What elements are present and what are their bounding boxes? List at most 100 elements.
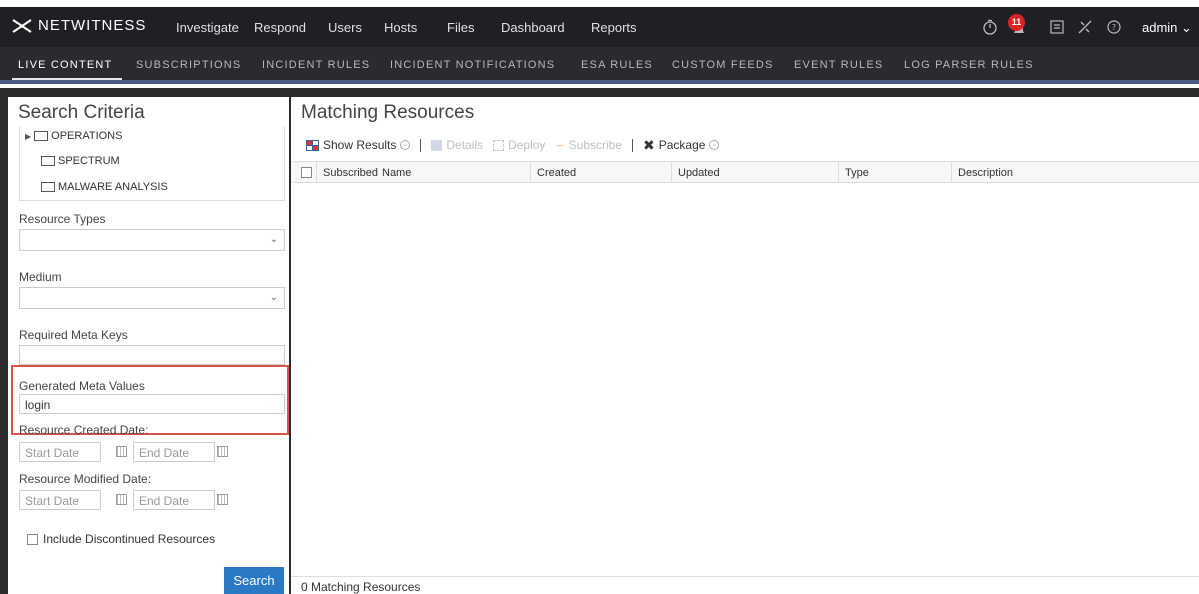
help-icon[interactable]: ? <box>1106 19 1122 35</box>
deploy-button[interactable]: Deploy <box>493 138 545 152</box>
modified-start-date-input[interactable]: Start Date <box>19 490 101 510</box>
results-toolbar: Show Results ⌄ Details Deploy ∽ Subscrib… <box>306 137 729 153</box>
medium-select[interactable]: ⌄ <box>19 287 285 309</box>
nav-users[interactable]: Users <box>328 20 362 35</box>
tree-item-label: SPECTRUM <box>58 155 120 167</box>
tree-item-malware-analysis[interactable]: MALWARE ANALYSIS <box>41 181 168 193</box>
column-divider <box>316 162 317 183</box>
tab-subscriptions[interactable]: SUBSCRIPTIONS <box>136 59 241 71</box>
tasks-icon[interactable] <box>1049 19 1065 35</box>
tools-icon[interactable] <box>1077 19 1093 35</box>
brand-name: NETWITNESS <box>38 17 147 34</box>
tree-item-operations[interactable]: ▶ OPERATIONS <box>25 130 122 142</box>
include-discontinued-checkbox[interactable] <box>27 533 38 545</box>
grid-icon <box>306 139 319 151</box>
end-date-placeholder: End Date <box>139 446 190 460</box>
sub-navigation-bar: LIVE CONTENT SUBSCRIPTIONS INCIDENT RULE… <box>0 47 1199 84</box>
required-meta-keys-label: Required Meta Keys <box>19 328 128 342</box>
modified-end-date-input[interactable]: End Date <box>133 490 215 510</box>
timer-icon[interactable] <box>982 19 998 35</box>
details-button[interactable]: Details <box>431 138 483 152</box>
column-divider <box>530 162 531 183</box>
chevron-down-icon: ⌄ <box>269 234 278 245</box>
column-divider <box>951 162 952 183</box>
column-header-type[interactable]: Type <box>845 167 869 179</box>
search-criteria-panel: Search Criteria ▶ OPERATIONS SPECTRUM MA… <box>8 97 297 594</box>
search-criteria-title: Search Criteria <box>18 102 145 123</box>
tab-custom-feeds[interactable]: CUSTOM FEEDS <box>672 59 774 71</box>
nav-dashboard[interactable]: Dashboard <box>501 20 565 35</box>
chevron-down-icon: ⌄ <box>269 292 278 303</box>
column-header-created[interactable]: Created <box>537 167 576 179</box>
chevron-down-icon: ⌄ <box>1181 20 1192 35</box>
folder-icon <box>41 182 55 192</box>
include-discontinued-label: Include Discontinued Resources <box>43 532 216 546</box>
details-label: Details <box>446 138 484 152</box>
generated-meta-values-input[interactable]: login <box>19 394 285 414</box>
netwitness-logo[interactable]: NETWITNESS <box>12 17 146 34</box>
toolbar-divider <box>420 138 422 152</box>
calendar-icon[interactable] <box>116 494 127 505</box>
start-date-placeholder: Start Date <box>25 494 80 508</box>
deploy-label: Deploy <box>508 138 546 152</box>
svg-text:?: ? <box>1112 23 1116 32</box>
calendar-icon[interactable] <box>116 446 127 457</box>
caret-right-icon[interactable]: ▶ <box>25 132 31 141</box>
tab-incident-rules[interactable]: INCIDENT RULES <box>262 59 370 71</box>
column-header-subscribed[interactable]: Subscribed <box>323 167 378 179</box>
top-navigation-bar: NETWITNESS Investigate Respond Users Hos… <box>0 7 1199 47</box>
medium-label: Medium <box>19 270 62 284</box>
tab-live-content[interactable]: LIVE CONTENT <box>18 59 112 71</box>
subscribe-label: Subscribe <box>568 138 623 152</box>
calendar-icon[interactable] <box>217 494 228 505</box>
tree-item-label: MALWARE ANALYSIS <box>58 181 168 193</box>
package-label: Package <box>658 138 706 152</box>
select-all-checkbox[interactable] <box>301 167 312 178</box>
netwitness-logo-icon <box>12 18 32 33</box>
end-date-placeholder: End Date <box>139 494 190 508</box>
generated-meta-values-label: Generated Meta Values <box>19 379 145 393</box>
nav-respond[interactable]: Respond <box>254 20 306 35</box>
folder-icon <box>34 131 49 141</box>
chevron-down-icon: ⌄ <box>400 140 411 150</box>
show-results-label: Show Results <box>323 138 397 152</box>
column-header-updated[interactable]: Updated <box>678 167 720 179</box>
user-menu[interactable]: admin ⌄ <box>1142 20 1192 36</box>
package-icon: ✖ <box>643 136 655 153</box>
deploy-icon <box>493 139 505 151</box>
matching-resources-title: Matching Resources <box>301 102 475 123</box>
resource-created-date-label: Resource Created Date: <box>19 423 149 437</box>
column-header-name[interactable]: Name <box>382 167 411 179</box>
search-button[interactable]: Search <box>224 567 284 594</box>
nav-investigate[interactable]: Investigate <box>176 20 239 35</box>
resource-types-select[interactable]: ⌄ <box>19 229 285 251</box>
tree-item-spectrum[interactable]: SPECTRUM <box>41 155 120 167</box>
nav-reports[interactable]: Reports <box>591 20 637 35</box>
nav-files[interactable]: Files <box>447 20 474 35</box>
toolbar-divider <box>632 138 634 152</box>
created-end-date-input[interactable]: End Date <box>133 442 215 462</box>
tab-log-parser-rules[interactable]: LOG PARSER RULES <box>904 59 1034 71</box>
results-table-header: Subscribed Name Created Updated Type Des… <box>291 161 1199 183</box>
tab-event-rules[interactable]: EVENT RULES <box>794 59 883 71</box>
tree-item-label: OPERATIONS <box>51 130 123 142</box>
calendar-icon[interactable] <box>217 446 228 457</box>
column-header-description[interactable]: Description <box>958 167 1013 179</box>
column-divider <box>838 162 839 183</box>
folder-icon <box>41 156 55 166</box>
show-results-button[interactable]: Show Results ⌄ <box>306 138 411 152</box>
package-button[interactable]: ✖ Package ⌄ <box>643 136 720 154</box>
chevron-down-icon: ⌄ <box>709 140 720 150</box>
created-start-date-input[interactable]: Start Date <box>19 442 101 462</box>
user-name: admin <box>1142 20 1178 35</box>
resource-modified-date-label: Resource Modified Date: <box>19 472 152 486</box>
subscribe-button[interactable]: ∽ Subscribe <box>555 138 622 152</box>
tab-esa-rules[interactable]: ESA RULES <box>581 59 653 71</box>
tab-incident-notifications[interactable]: INCIDENT NOTIFICATIONS <box>390 59 555 71</box>
include-discontinued-row[interactable]: Include Discontinued Resources <box>27 532 215 546</box>
required-meta-keys-input[interactable] <box>19 345 285 365</box>
details-icon <box>431 139 443 151</box>
nav-hosts[interactable]: Hosts <box>384 20 417 35</box>
column-divider <box>671 162 672 183</box>
rss-icon: ∽ <box>555 139 565 152</box>
